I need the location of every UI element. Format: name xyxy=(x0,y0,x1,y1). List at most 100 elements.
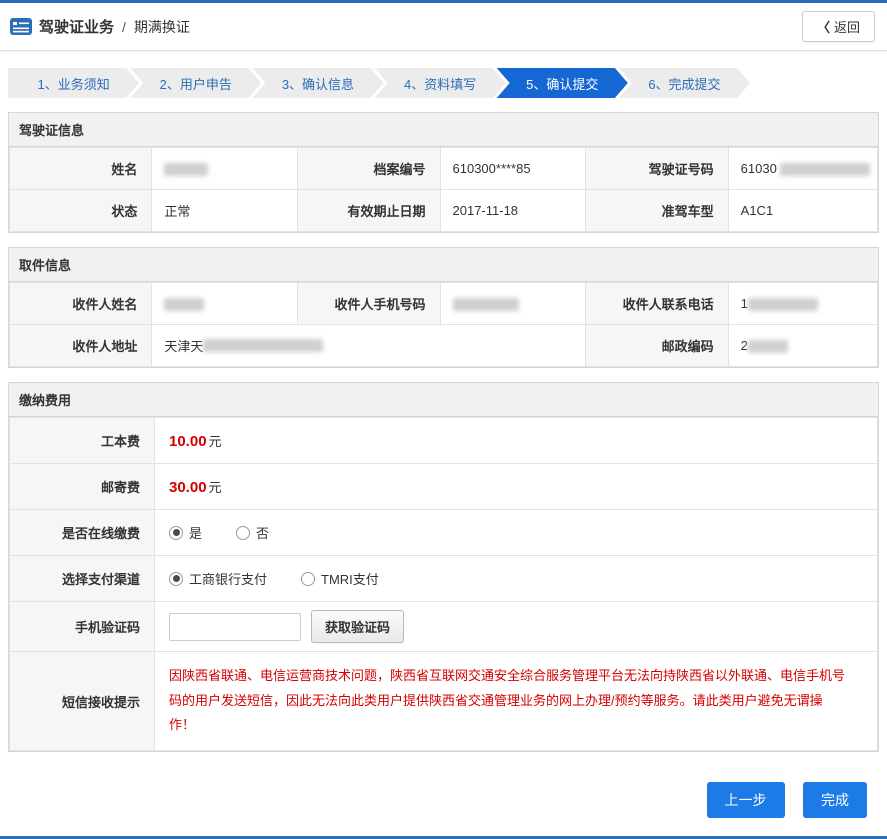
redacted-name xyxy=(164,163,209,177)
main-content: 驾驶证信息 姓名 档案编号 610300****85 驾驶证号码 61030 状… xyxy=(0,102,887,836)
license-info-section: 驾驶证信息 姓名 档案编号 610300****85 驾驶证号码 61030 状… xyxy=(8,112,879,233)
license-info-section-title: 驾驶证信息 xyxy=(9,113,878,147)
online-no-label: 否 xyxy=(256,526,270,541)
license-no-prefix: 61030 xyxy=(740,161,777,177)
back-button-label: 返回 xyxy=(833,20,860,35)
table-row: 手机验证码 获取验证码 xyxy=(9,601,878,652)
recipient-name-value xyxy=(151,282,299,325)
channel-tmri-option[interactable]: TMRI支付 xyxy=(301,569,379,588)
pickup-info-section: 取件信息 收件人姓名 收件人手机号码 收件人联系电话 1 收件人地址 天津天 邮… xyxy=(8,247,879,368)
vehicle-type-value: A1C1 xyxy=(727,189,879,232)
radio-selected-icon[interactable] xyxy=(169,571,183,586)
online-payment-label: 是否在线缴费 xyxy=(9,509,155,556)
back-chevron-icon: 〈 xyxy=(816,20,830,35)
redacted-recipient-phone xyxy=(747,297,818,311)
sms-code-input[interactable] xyxy=(169,612,301,641)
sms-code-field-row: 获取验证码 xyxy=(154,601,878,652)
table-row: 工本费 10.00 元 xyxy=(9,417,878,464)
postal-code-value: 2 xyxy=(727,324,879,367)
production-fee-value: 10.00 元 xyxy=(154,417,878,464)
table-row: 选择支付渠道 工商银行支付 TMRI支付 xyxy=(9,555,878,602)
back-button[interactable]: 〈 返回 xyxy=(801,11,875,42)
table-row: 短信接收提示 因陕西省联通、电信运营商技术问题，陕西省互联网交通安全综合服务管理… xyxy=(9,650,878,752)
status-label: 状态 xyxy=(8,189,153,232)
payment-channel-label: 选择支付渠道 xyxy=(9,555,155,602)
step-business-notice[interactable]: 1、业务须知 xyxy=(8,68,139,98)
production-fee-label: 工本费 xyxy=(9,417,155,464)
license-no-value: 61030 xyxy=(727,147,879,190)
recipient-phone-label: 收件人联系电话 xyxy=(585,282,729,325)
breadcrumb: 驾驶证业务 / 期满换证 xyxy=(10,16,190,37)
radio-unselected-icon[interactable] xyxy=(301,571,316,586)
valid-until-value: 2017-11-18 xyxy=(439,189,587,232)
payment-section: 缴纳费用 工本费 10.00 元 邮寄费 30.00 元 是否在线缴费 是 否 … xyxy=(8,382,879,753)
get-code-button[interactable]: 获取验证码 xyxy=(311,610,405,643)
redacted-recipient-name xyxy=(164,298,205,312)
table-row: 收件人姓名 收件人手机号码 收件人联系电话 1 xyxy=(8,282,879,325)
fee-unit: 元 xyxy=(208,434,222,449)
production-fee-amount: 10.00 xyxy=(169,433,207,450)
license-info-table: 姓名 档案编号 610300****85 驾驶证号码 61030 状态 正常 有… xyxy=(8,147,879,232)
license-no-label: 驾驶证号码 xyxy=(585,147,729,190)
recipient-mobile-value xyxy=(439,282,587,325)
finish-button[interactable]: 完成 xyxy=(803,782,867,819)
status-value: 正常 xyxy=(151,189,299,232)
table-row: 是否在线缴费 是 否 xyxy=(9,509,878,556)
breadcrumb-separator: / xyxy=(122,18,126,35)
header: 驾驶证业务 / 期满换证 〈 返回 xyxy=(0,3,887,51)
recipient-address-prefix: 天津天 xyxy=(164,339,204,354)
recipient-address-value: 天津天 xyxy=(151,324,587,367)
step-fill-info[interactable]: 4、资料填写 xyxy=(375,68,506,98)
pickup-info-section-title: 取件信息 xyxy=(9,248,878,282)
channel-icbc-option[interactable]: 工商银行支付 xyxy=(169,569,267,588)
sms-notice-label: 短信接收提示 xyxy=(9,650,155,752)
pickup-info-table: 收件人姓名 收件人手机号码 收件人联系电话 1 收件人地址 天津天 邮政编码 2 xyxy=(8,282,879,367)
page-title-primary: 驾驶证业务 xyxy=(39,19,115,36)
payment-table: 工本费 10.00 元 邮寄费 30.00 元 是否在线缴费 是 否 选择支付渠… xyxy=(9,417,878,752)
step-nav: 1、业务须知 2、用户申告 3、确认信息 4、资料填写 5、确认提交 6、完成提… xyxy=(8,68,750,98)
redacted-recipient-address xyxy=(203,339,324,352)
previous-step-button[interactable]: 上一步 xyxy=(706,782,785,819)
table-row: 状态 正常 有效期止日期 2017-11-18 准驾车型 A1C1 xyxy=(8,189,879,232)
table-row: 邮寄费 30.00 元 xyxy=(9,463,878,510)
step-confirm-info[interactable]: 3、确认信息 xyxy=(252,68,383,98)
footer-actions: 上一步 完成 xyxy=(8,766,879,836)
radio-selected-icon[interactable] xyxy=(169,525,183,540)
recipient-phone-value: 1 xyxy=(727,282,879,325)
name-value xyxy=(151,147,299,190)
postal-code-label: 邮政编码 xyxy=(585,324,729,367)
recipient-phone-prefix: 1 xyxy=(740,296,748,312)
online-no-option[interactable]: 否 xyxy=(236,523,269,542)
step-complete-submit[interactable]: 6、完成提交 xyxy=(619,68,750,98)
step-nav-wrap: 1、业务须知 2、用户申告 3、确认信息 4、资料填写 5、确认提交 6、完成提… xyxy=(0,51,887,102)
channel-icbc-label: 工商银行支付 xyxy=(189,572,268,587)
fee-unit: 元 xyxy=(208,480,222,495)
mailing-fee-amount: 30.00 xyxy=(169,479,207,496)
file-no-value: 610300****85 xyxy=(439,147,587,190)
radio-unselected-icon[interactable] xyxy=(236,525,251,540)
redacted-recipient-mobile xyxy=(452,298,519,312)
sms-notice-text: 因陕西省联通、电信运营商技术问题，陕西省互联网交通安全综合服务管理平台无法向持陕… xyxy=(169,668,846,733)
valid-until-label: 有效期止日期 xyxy=(297,189,441,232)
license-business-icon xyxy=(10,18,32,35)
online-payment-options: 是 否 xyxy=(154,509,878,556)
online-yes-label: 是 xyxy=(189,526,203,541)
postal-code-prefix: 2 xyxy=(740,338,748,354)
vehicle-type-label: 准驾车型 xyxy=(585,189,729,232)
recipient-name-label: 收件人姓名 xyxy=(8,282,153,325)
table-row: 姓名 档案编号 610300****85 驾驶证号码 61030 xyxy=(8,147,879,190)
recipient-address-label: 收件人地址 xyxy=(8,324,153,367)
step-user-declaration[interactable]: 2、用户申告 xyxy=(130,68,261,98)
payment-channel-options: 工商银行支付 TMRI支付 xyxy=(154,555,878,602)
payment-section-title: 缴纳费用 xyxy=(9,383,878,417)
table-row: 收件人地址 天津天 邮政编码 2 xyxy=(8,324,879,367)
page-title-secondary: 期满换证 xyxy=(133,18,190,35)
mailing-fee-value: 30.00 元 xyxy=(154,463,878,510)
sms-notice-cell: 因陕西省联通、电信运营商技术问题，陕西省互联网交通安全综合服务管理平台无法向持陕… xyxy=(154,650,878,752)
online-yes-option[interactable]: 是 xyxy=(169,523,202,542)
recipient-mobile-label: 收件人手机号码 xyxy=(297,282,441,325)
sms-code-label: 手机验证码 xyxy=(9,601,155,652)
page: 驾驶证业务 / 期满换证 〈 返回 1、业务须知 2、用户申告 3、确认信息 4… xyxy=(0,0,887,839)
step-confirm-submit[interactable]: 5、确认提交 xyxy=(497,68,628,98)
channel-tmri-label: TMRI支付 xyxy=(321,572,379,587)
